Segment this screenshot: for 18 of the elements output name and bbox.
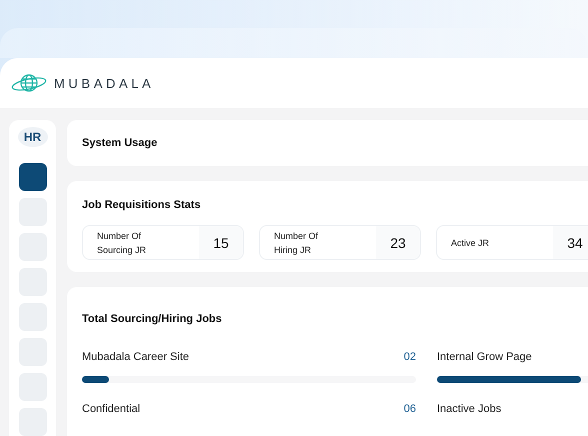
- card-title: Total Sourcing/Hiring Jobs: [82, 313, 223, 325]
- stat-value: 15: [199, 226, 243, 259]
- stat-label: Number Of Sourcing JR: [96, 230, 148, 257]
- card-title: Job Requisitions Stats: [82, 199, 202, 211]
- job-label: Confidential: [82, 403, 140, 415]
- job-count: 02: [404, 351, 416, 363]
- stat-label: Active JR: [450, 236, 490, 250]
- stat-value: 34: [553, 226, 588, 259]
- job-label: Mubadala Career Site: [82, 351, 190, 363]
- job-label: Internal Grow Page: [437, 351, 532, 363]
- avatar[interactable]: HR: [18, 127, 48, 147]
- sidebar-item[interactable]: [18, 163, 46, 191]
- brand-name: MUBADALA: [54, 76, 154, 90]
- stat-label: Number Of Hiring JR: [273, 230, 320, 257]
- job-count: 06: [404, 403, 416, 415]
- card-title: System Usage: [82, 137, 158, 149]
- job-label: Inactive Jobs: [437, 403, 502, 415]
- stat-value: 23: [376, 226, 420, 259]
